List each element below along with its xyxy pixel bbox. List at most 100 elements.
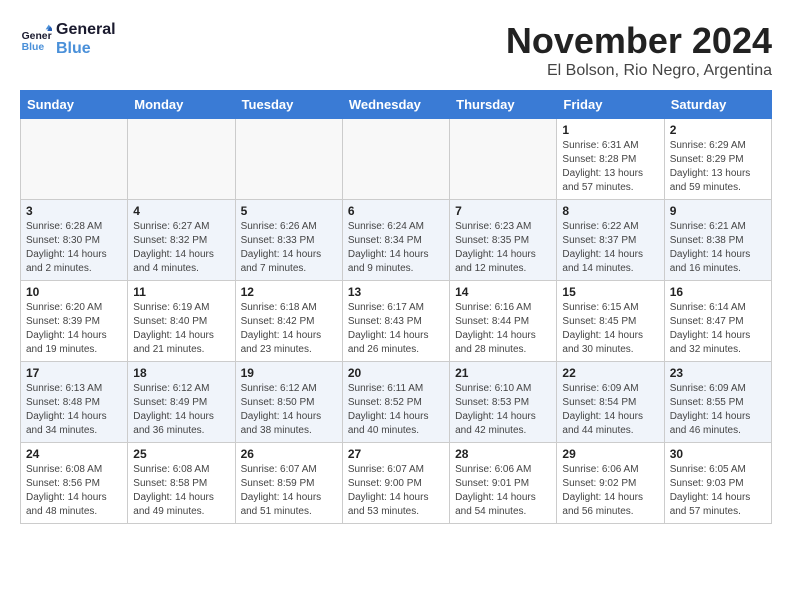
calendar-cell: 19 Sunrise: 6:12 AM Sunset: 8:50 PM Dayli… <box>235 362 342 443</box>
day-number: 18 <box>133 366 229 380</box>
day-number: 3 <box>26 204 122 218</box>
logo: General Blue General Blue <box>20 20 116 58</box>
calendar-week-5: 24 Sunrise: 6:08 AM Sunset: 8:56 PM Dayli… <box>21 443 772 524</box>
page-header: General Blue General Blue November 2024 … <box>20 20 772 80</box>
calendar-cell: 8Sunrise: 6:22 AM Sunset: 8:37 PM Daylig… <box>557 200 664 281</box>
day-number: 12 <box>241 285 337 299</box>
calendar-week-4: 17 Sunrise: 6:13 AM Sunset: 8:48 PM Dayli… <box>21 362 772 443</box>
day-number: 14 <box>455 285 551 299</box>
calendar-cell: 4 Sunrise: 6:27 AM Sunset: 8:32 PM Daylig… <box>128 200 235 281</box>
day-number: 20 <box>348 366 444 380</box>
calendar-cell: 3 Sunrise: 6:28 AM Sunset: 8:30 PM Daylig… <box>21 200 128 281</box>
calendar-cell: 15Sunrise: 6:15 AM Sunset: 8:45 PM Dayli… <box>557 281 664 362</box>
calendar-cell: 17 Sunrise: 6:13 AM Sunset: 8:48 PM Dayli… <box>21 362 128 443</box>
day-info: Sunrise: 6:26 AM Sunset: 8:33 PM Dayligh… <box>241 220 337 276</box>
day-info: Sunrise: 6:31 AM Sunset: 8:28 PM Dayligh… <box>562 139 658 195</box>
day-number: 11 <box>133 285 229 299</box>
weekday-header-row: SundayMondayTuesdayWednesdayThursdayFrid… <box>21 91 772 119</box>
day-number: 7 <box>455 204 551 218</box>
day-info: Sunrise: 6:06 AM Sunset: 9:01 PM Dayligh… <box>455 463 551 519</box>
day-info: Sunrise: 6:27 AM Sunset: 8:32 PM Dayligh… <box>133 220 229 276</box>
calendar-cell: 23Sunrise: 6:09 AM Sunset: 8:55 PM Dayli… <box>664 362 771 443</box>
day-number: 24 <box>26 447 122 461</box>
calendar-cell <box>21 119 128 200</box>
calendar-cell: 29Sunrise: 6:06 AM Sunset: 9:02 PM Dayli… <box>557 443 664 524</box>
day-info: Sunrise: 6:20 AM Sunset: 8:39 PM Dayligh… <box>26 301 122 357</box>
calendar-cell: 24 Sunrise: 6:08 AM Sunset: 8:56 PM Dayli… <box>21 443 128 524</box>
calendar-week-1: 1Sunrise: 6:31 AM Sunset: 8:28 PM Daylig… <box>21 119 772 200</box>
day-number: 4 <box>133 204 229 218</box>
day-number: 16 <box>670 285 766 299</box>
day-info: Sunrise: 6:09 AM Sunset: 8:54 PM Dayligh… <box>562 382 658 438</box>
weekday-header-monday: Monday <box>128 91 235 119</box>
calendar-cell: 16 Sunrise: 6:14 AM Sunset: 8:47 PM Dayli… <box>664 281 771 362</box>
calendar-cell: 9 Sunrise: 6:21 AM Sunset: 8:38 PM Daylig… <box>664 200 771 281</box>
logo-line1: General <box>56 20 116 39</box>
calendar-cell: 20Sunrise: 6:11 AM Sunset: 8:52 PM Dayli… <box>342 362 449 443</box>
calendar-table: SundayMondayTuesdayWednesdayThursdayFrid… <box>20 90 772 524</box>
calendar-week-2: 3 Sunrise: 6:28 AM Sunset: 8:30 PM Daylig… <box>21 200 772 281</box>
day-number: 5 <box>241 204 337 218</box>
calendar-cell <box>450 119 557 200</box>
day-number: 13 <box>348 285 444 299</box>
logo-line2: Blue <box>56 39 116 58</box>
day-info: Sunrise: 6:08 AM Sunset: 8:58 PM Dayligh… <box>133 463 229 519</box>
calendar-cell: 25 Sunrise: 6:08 AM Sunset: 8:58 PM Dayli… <box>128 443 235 524</box>
day-info: Sunrise: 6:23 AM Sunset: 8:35 PM Dayligh… <box>455 220 551 276</box>
day-info: Sunrise: 6:21 AM Sunset: 8:38 PM Dayligh… <box>670 220 766 276</box>
day-number: 27 <box>348 447 444 461</box>
day-number: 26 <box>241 447 337 461</box>
calendar-cell: 30 Sunrise: 6:05 AM Sunset: 9:03 PM Dayli… <box>664 443 771 524</box>
calendar-cell <box>235 119 342 200</box>
day-number: 19 <box>241 366 337 380</box>
title-area: November 2024 El Bolson, Rio Negro, Arge… <box>506 20 772 80</box>
day-info: Sunrise: 6:29 AM Sunset: 8:29 PM Dayligh… <box>670 139 766 195</box>
svg-text:General: General <box>22 31 52 42</box>
calendar-cell: 22 Sunrise: 6:09 AM Sunset: 8:54 PM Dayli… <box>557 362 664 443</box>
weekday-header-wednesday: Wednesday <box>342 91 449 119</box>
day-info: Sunrise: 6:10 AM Sunset: 8:53 PM Dayligh… <box>455 382 551 438</box>
day-info: Sunrise: 6:28 AM Sunset: 8:30 PM Dayligh… <box>26 220 122 276</box>
calendar-cell: 28 Sunrise: 6:06 AM Sunset: 9:01 PM Dayli… <box>450 443 557 524</box>
day-info: Sunrise: 6:06 AM Sunset: 9:02 PM Dayligh… <box>562 463 658 519</box>
day-info: Sunrise: 6:19 AM Sunset: 8:40 PM Dayligh… <box>133 301 229 357</box>
day-info: Sunrise: 6:14 AM Sunset: 8:47 PM Dayligh… <box>670 301 766 357</box>
calendar-cell: 6Sunrise: 6:24 AM Sunset: 8:34 PM Daylig… <box>342 200 449 281</box>
svg-text:Blue: Blue <box>22 42 45 53</box>
calendar-cell: 13Sunrise: 6:17 AM Sunset: 8:43 PM Dayli… <box>342 281 449 362</box>
calendar-cell: 5 Sunrise: 6:26 AM Sunset: 8:33 PM Daylig… <box>235 200 342 281</box>
day-number: 6 <box>348 204 444 218</box>
month-title: November 2024 <box>506 20 772 62</box>
day-number: 25 <box>133 447 229 461</box>
day-number: 10 <box>26 285 122 299</box>
weekday-header-tuesday: Tuesday <box>235 91 342 119</box>
day-info: Sunrise: 6:18 AM Sunset: 8:42 PM Dayligh… <box>241 301 337 357</box>
location-title: El Bolson, Rio Negro, Argentina <box>506 62 772 80</box>
calendar-week-3: 10 Sunrise: 6:20 AM Sunset: 8:39 PM Dayli… <box>21 281 772 362</box>
calendar-cell: 2 Sunrise: 6:29 AM Sunset: 8:29 PM Daylig… <box>664 119 771 200</box>
weekday-header-thursday: Thursday <box>450 91 557 119</box>
day-number: 9 <box>670 204 766 218</box>
day-info: Sunrise: 6:08 AM Sunset: 8:56 PM Dayligh… <box>26 463 122 519</box>
day-info: Sunrise: 6:07 AM Sunset: 8:59 PM Dayligh… <box>241 463 337 519</box>
calendar-cell: 14Sunrise: 6:16 AM Sunset: 8:44 PM Dayli… <box>450 281 557 362</box>
day-info: Sunrise: 6:13 AM Sunset: 8:48 PM Dayligh… <box>26 382 122 438</box>
weekday-header-saturday: Saturday <box>664 91 771 119</box>
day-number: 28 <box>455 447 551 461</box>
day-number: 2 <box>670 123 766 137</box>
day-number: 30 <box>670 447 766 461</box>
day-number: 22 <box>562 366 658 380</box>
calendar-cell: 27Sunrise: 6:07 AM Sunset: 9:00 PM Dayli… <box>342 443 449 524</box>
weekday-header-sunday: Sunday <box>21 91 128 119</box>
calendar-cell: 21Sunrise: 6:10 AM Sunset: 8:53 PM Dayli… <box>450 362 557 443</box>
calendar-cell: 7 Sunrise: 6:23 AM Sunset: 8:35 PM Daylig… <box>450 200 557 281</box>
logo-icon: General Blue <box>20 23 52 55</box>
day-number: 8 <box>562 204 658 218</box>
day-number: 17 <box>26 366 122 380</box>
day-info: Sunrise: 6:12 AM Sunset: 8:50 PM Dayligh… <box>241 382 337 438</box>
calendar-cell <box>342 119 449 200</box>
day-info: Sunrise: 6:09 AM Sunset: 8:55 PM Dayligh… <box>670 382 766 438</box>
day-number: 15 <box>562 285 658 299</box>
calendar-cell: 26 Sunrise: 6:07 AM Sunset: 8:59 PM Dayli… <box>235 443 342 524</box>
day-info: Sunrise: 6:05 AM Sunset: 9:03 PM Dayligh… <box>670 463 766 519</box>
